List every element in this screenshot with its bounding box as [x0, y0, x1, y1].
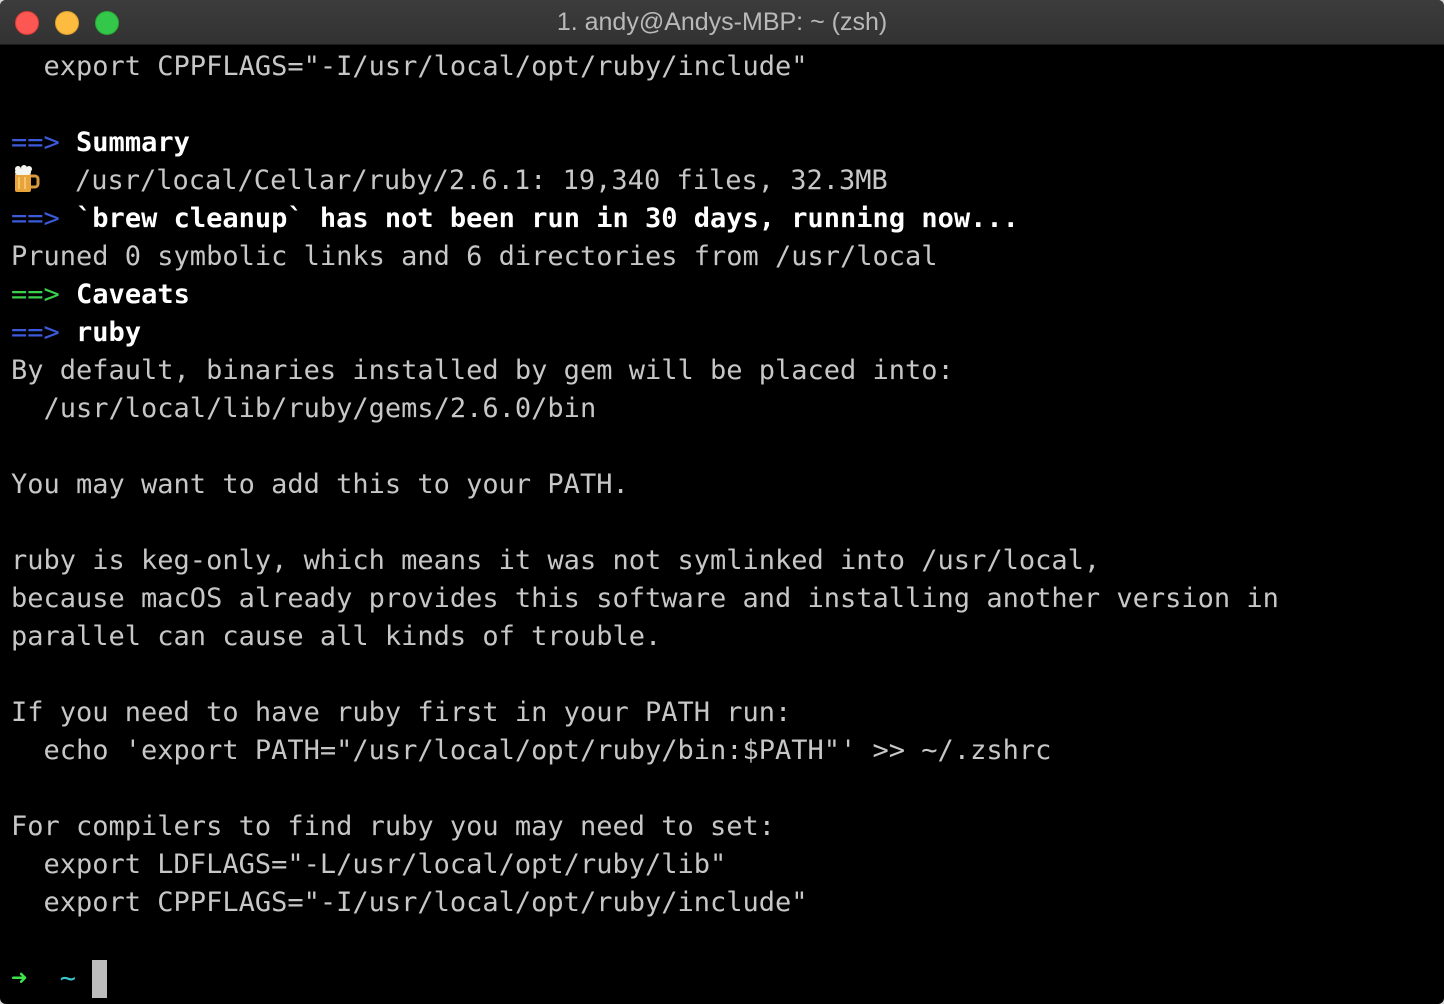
- caveats-heading: Caveats: [76, 279, 190, 310]
- output-line: By default, binaries installed by gem wi…: [11, 355, 954, 386]
- arrow-marker: ==>: [11, 203, 60, 234]
- output-line: parallel can cause all kinds of trouble.: [11, 621, 662, 652]
- title-bar[interactable]: 1. andy@Andys-MBP: ~ (zsh): [0, 0, 1444, 45]
- prompt-arrow-icon: ➜: [11, 963, 28, 994]
- arrow-marker: ==>: [11, 127, 60, 158]
- arrow-marker: ==>: [11, 279, 60, 310]
- output-line-summary: ==> Summary: [11, 124, 190, 162]
- window-title: 1. andy@Andys-MBP: ~ (zsh): [556, 8, 888, 36]
- arrow-marker: ==>: [11, 317, 60, 348]
- output-line: export CPPFLAGS="-I/usr/local/opt/ruby/i…: [11, 887, 808, 918]
- terminal-window: 1. andy@Andys-MBP: ~ (zsh) export CPPFLA…: [0, 0, 1444, 1004]
- output-line-cellar: /usr/local/Cellar/ruby/2.6.1: 19,340 fil…: [11, 162, 888, 200]
- output-line: ruby is keg-only, which means it was not…: [11, 545, 1101, 576]
- output-line: export LDFLAGS="-L/usr/local/opt/ruby/li…: [11, 849, 727, 880]
- output-line-cleanup: ==> `brew cleanup` has not been run in 3…: [11, 200, 1019, 238]
- ruby-heading: ruby: [76, 317, 142, 348]
- output-line: For compilers to find ruby you may need …: [11, 811, 776, 842]
- summary-heading: Summary: [76, 127, 190, 158]
- shell-prompt[interactable]: ➜ ~: [11, 960, 108, 998]
- output-line: echo 'export PATH="/usr/local/opt/ruby/b…: [11, 735, 1052, 766]
- beer-mug-icon: [15, 165, 40, 192]
- prompt-directory: ~: [59, 963, 77, 994]
- terminal-output[interactable]: export CPPFLAGS="-I/usr/local/opt/ruby/i…: [0, 48, 1444, 1004]
- output-line-pruned: Pruned 0 symbolic links and 6 directorie…: [11, 241, 938, 272]
- output-line: /usr/local/lib/ruby/gems/2.6.0/bin: [11, 393, 597, 424]
- output-line: export CPPFLAGS="-I/usr/local/opt/ruby/i…: [11, 51, 808, 82]
- text-cursor[interactable]: [92, 960, 108, 998]
- cellar-info: /usr/local/Cellar/ruby/2.6.1: 19,340 fil…: [75, 165, 888, 196]
- output-line: because macOS already provides this soft…: [11, 583, 1279, 614]
- output-line-ruby: ==> ruby: [11, 314, 141, 352]
- output-line: If you need to have ruby first in your P…: [11, 697, 792, 728]
- output-line-caveats: ==> Caveats: [11, 276, 190, 314]
- output-line: You may want to add this to your PATH.: [11, 469, 629, 500]
- cleanup-heading: `brew cleanup` has not been run in 30 da…: [76, 203, 1019, 234]
